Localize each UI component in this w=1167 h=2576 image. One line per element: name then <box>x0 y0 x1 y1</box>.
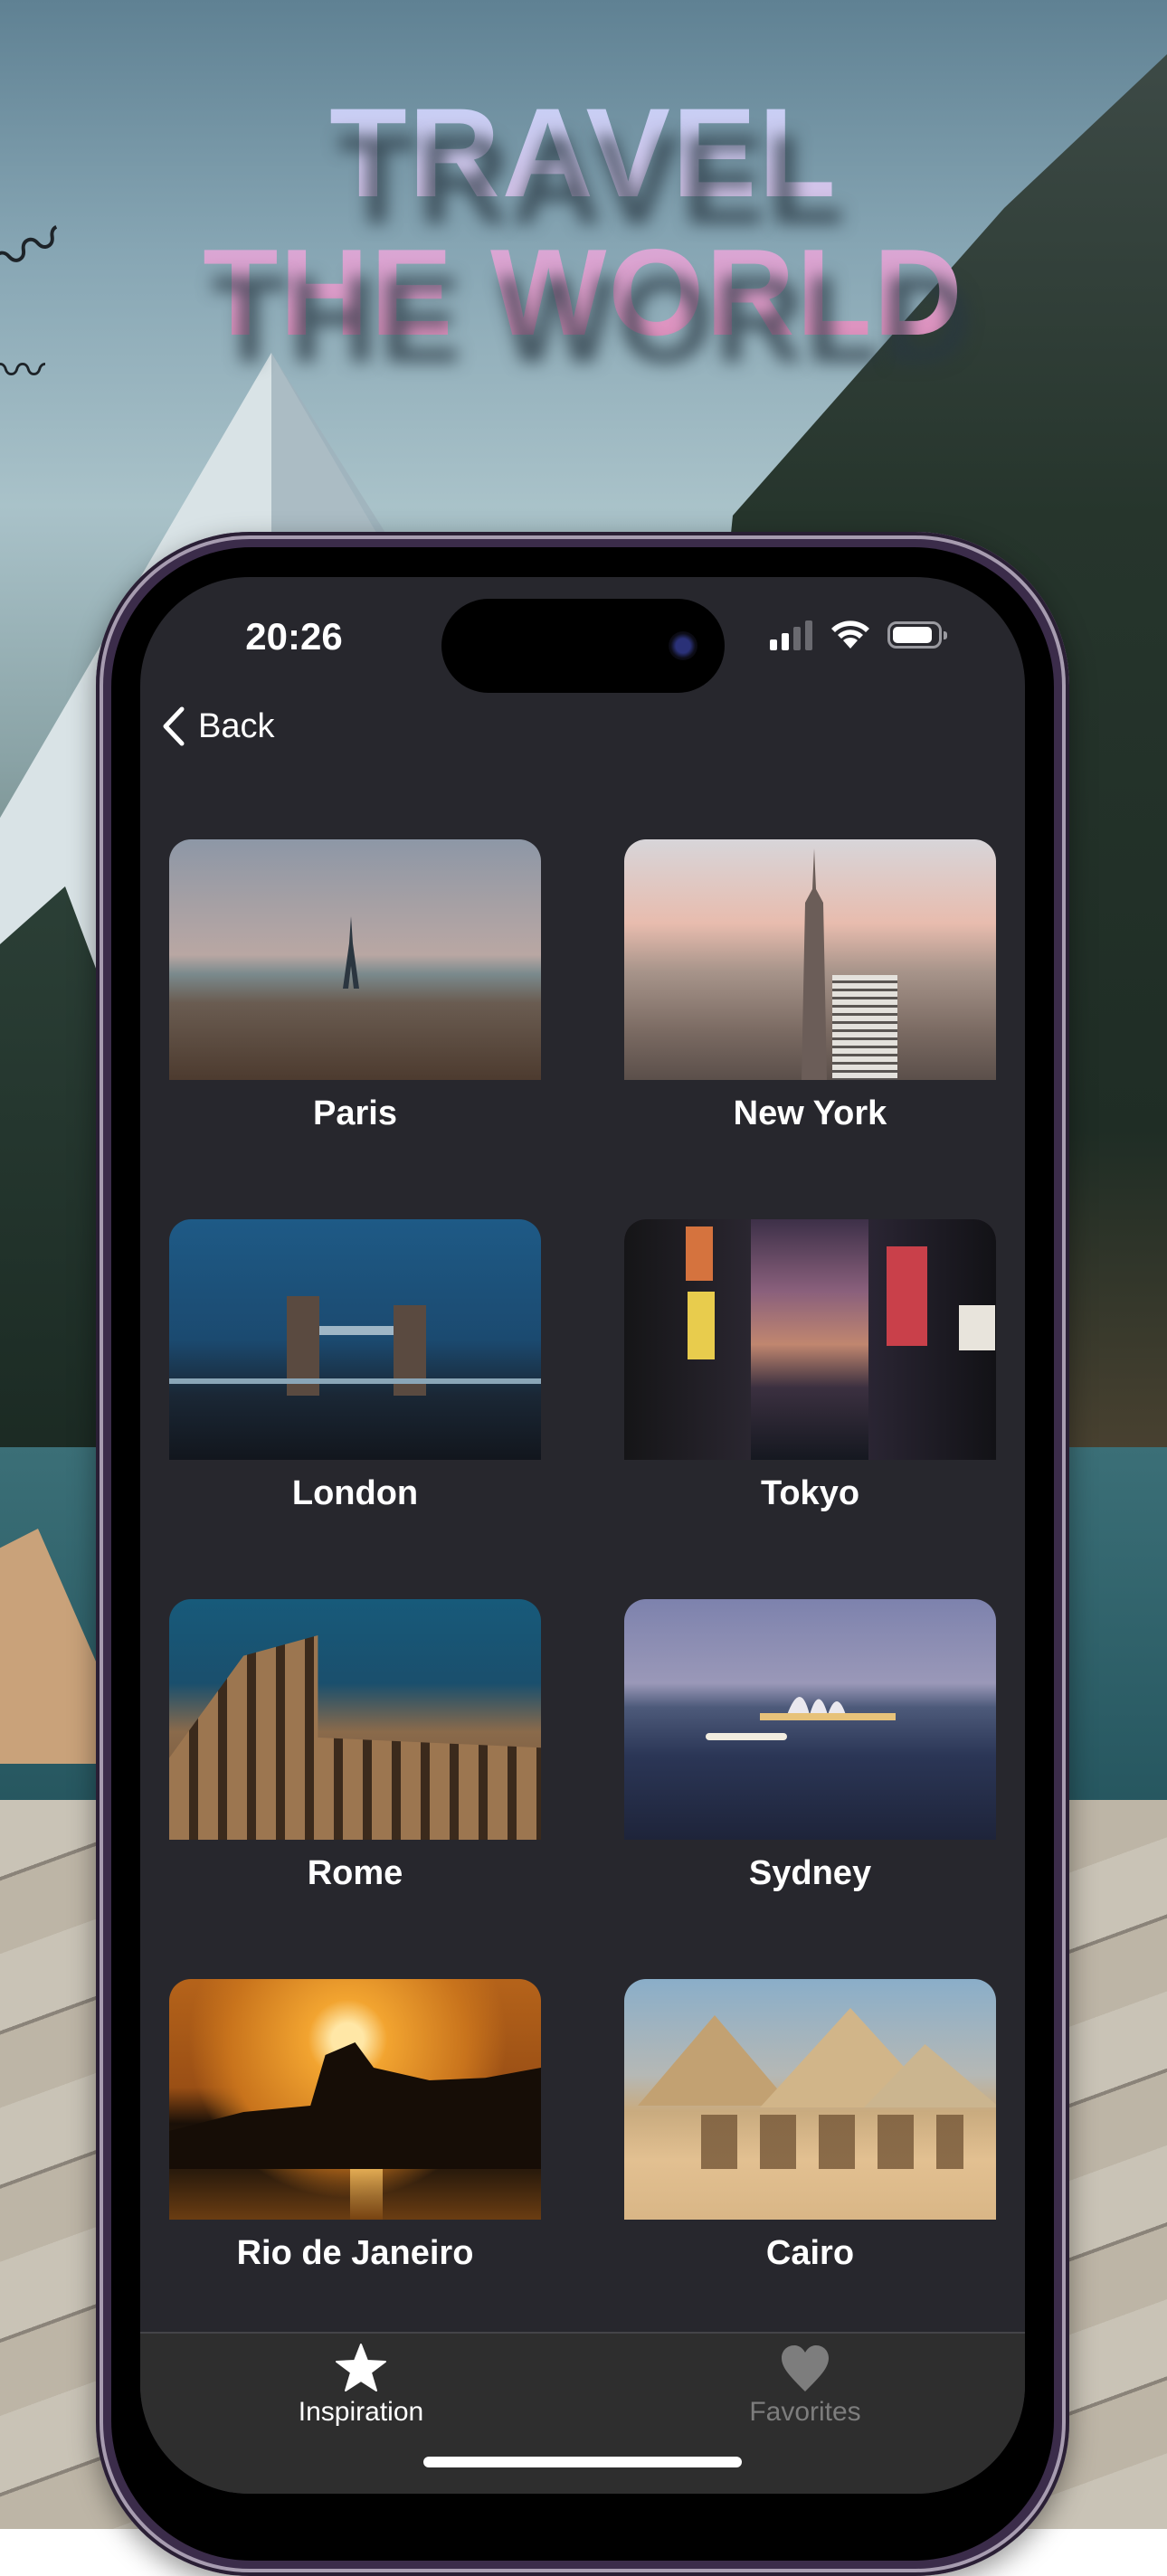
star-icon <box>336 2344 386 2391</box>
wifi-icon <box>831 620 869 649</box>
promo-headline-line1: TRAVEL <box>329 81 838 223</box>
destination-label: Rio de Janeiro <box>236 2234 474 2272</box>
tab-bar: Inspiration Favorites <box>140 2332 1025 2494</box>
promo-headline-line2: THE WORLD <box>203 223 964 361</box>
camera-icon <box>669 631 697 660</box>
london-image <box>169 1219 541 1460</box>
paris-image <box>169 839 541 1080</box>
destination-card-rio-de-janeiro[interactable]: Rio de Janeiro <box>169 1979 541 2341</box>
back-button[interactable]: Back <box>162 704 274 749</box>
destination-card-cairo[interactable]: Cairo <box>624 1979 996 2341</box>
back-label: Back <box>198 706 275 745</box>
battery-icon <box>887 621 947 649</box>
tab-label: Favorites <box>749 2397 861 2427</box>
destination-label: London <box>291 1474 419 1512</box>
destination-label: New York <box>733 1094 887 1132</box>
destination-label: Tokyo <box>760 1474 860 1512</box>
destination-label: Cairo <box>765 2234 855 2272</box>
sydney-image <box>624 1599 996 1840</box>
tab-inspiration[interactable]: Inspiration <box>225 2343 497 2442</box>
destination-card-tokyo[interactable]: Tokyo <box>624 1219 996 1581</box>
rome-image <box>169 1599 541 1840</box>
destination-card-london[interactable]: London <box>169 1219 541 1581</box>
cellular-signal-icon <box>770 620 812 650</box>
rio-de-janeiro-image <box>169 1979 541 2220</box>
home-indicator[interactable] <box>423 2457 742 2467</box>
app-screen: 20:26 Back Paris New York London Tokyo R… <box>140 577 1025 2494</box>
tab-label: Inspiration <box>298 2397 424 2427</box>
destination-label: Paris <box>313 1094 397 1132</box>
destination-card-sydney[interactable]: Sydney <box>624 1599 996 1961</box>
new-york-image <box>624 839 996 1080</box>
destination-label: Sydney <box>748 1854 872 1892</box>
heart-icon <box>782 2345 829 2391</box>
destination-card-new-york[interactable]: New York <box>624 839 996 1201</box>
destination-card-paris[interactable]: Paris <box>169 839 541 1201</box>
pine-forest-left <box>0 886 109 1465</box>
status-time: 20:26 <box>245 615 343 658</box>
tokyo-image <box>624 1219 996 1460</box>
destination-card-rome[interactable]: Rome <box>169 1599 541 1961</box>
phone-frame: 20:26 Back Paris New York London Tokyo R… <box>96 532 1069 2576</box>
dynamic-island <box>441 599 725 693</box>
tab-favorites[interactable]: Favorites <box>669 2343 941 2442</box>
destination-label: Rome <box>307 1854 403 1892</box>
cairo-image <box>624 1979 996 2220</box>
chevron-left-icon <box>163 706 185 746</box>
